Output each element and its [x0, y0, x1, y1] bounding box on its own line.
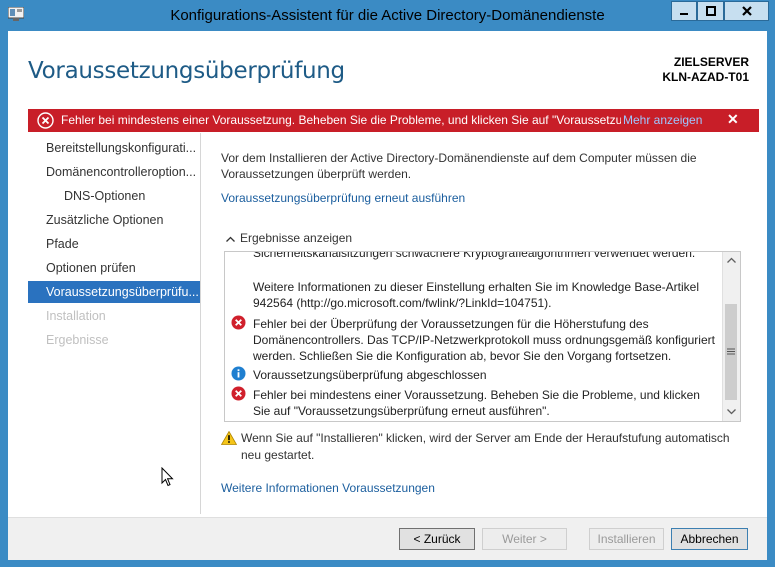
rerun-prerequisites-link[interactable]: Voraussetzungsüberprüfung erneut ausführ…	[221, 191, 465, 205]
nav-item-installation: Installation	[46, 309, 106, 323]
nav-item-additional-options[interactable]: Zusätzliche Optionen	[28, 209, 200, 231]
results-clipped-line: Sicherheitskanalsitzungen schwächere Kry…	[253, 251, 696, 260]
scroll-down-button[interactable]	[723, 404, 740, 420]
error-icon	[231, 386, 246, 401]
error-icon	[231, 315, 246, 330]
window-title: Konfigurations-Assistent für die Active …	[170, 7, 605, 24]
target-server-label: ZIELSERVER	[673, 55, 749, 69]
error-banner: Fehler bei mindestens einer Voraussetzun…	[28, 109, 759, 132]
nav-item-dc-options[interactable]: Domänencontrolleroption...	[28, 161, 200, 183]
results-error-tcpip: Fehler bei der Überprüfung der Vorausset…	[253, 317, 715, 363]
nav-item-prerequisites-check[interactable]: Voraussetzungsüberprüfu...	[28, 281, 200, 303]
more-info-prerequisites-link[interactable]: Weitere Informationen Voraussetzungen	[221, 481, 435, 495]
results-kb-info: Weitere Informationen zu dieser Einstell…	[253, 280, 700, 310]
chevron-down-icon	[727, 409, 736, 415]
nav-item-results: Ergebnisse	[46, 333, 109, 347]
results-scrollbar[interactable]	[722, 252, 740, 421]
results-list[interactable]: Sicherheitskanalsitzungen schwächere Kry…	[224, 251, 741, 422]
chevron-up-icon	[727, 257, 736, 263]
scroll-up-button[interactable]	[723, 252, 740, 268]
warning-icon	[221, 431, 237, 445]
install-button: Installieren	[589, 528, 664, 550]
results-toggle-label: Ergebnisse anzeigen	[240, 231, 353, 245]
show-more-link[interactable]: Mehr anzeigen	[623, 113, 702, 127]
nav-divider	[200, 133, 201, 514]
restart-warning-text: Wenn Sie auf "Installieren" klicken, wir…	[241, 431, 730, 462]
wizard-client-area: Voraussetzungsüberprüfung ZIELSERVER KLN…	[8, 31, 767, 560]
results-toggle[interactable]: Ergebnisse anzeigen	[226, 231, 352, 245]
next-button: Weiter >	[482, 528, 567, 550]
intro-text: Vor dem Installieren der Active Director…	[221, 151, 697, 181]
error-icon	[37, 112, 54, 129]
target-server-name: KLN-AZAD-T01	[662, 70, 749, 84]
info-icon	[231, 366, 246, 381]
nav-item-paths[interactable]: Pfade	[28, 233, 200, 255]
chevron-up-icon	[226, 231, 240, 245]
mouse-cursor-icon	[161, 467, 174, 487]
grip-icon	[727, 348, 735, 355]
page-title: Voraussetzungsüberprüfung	[28, 58, 345, 84]
button-bar: < Zurück Weiter > Installieren Abbrechen	[8, 517, 767, 560]
maximize-icon	[705, 6, 716, 16]
wizard-window: Konfigurations-Assistent für die Active …	[0, 0, 775, 567]
minimize-button[interactable]	[671, 1, 697, 21]
minimize-icon	[680, 13, 688, 15]
error-banner-close-button[interactable]: ✕	[727, 111, 739, 128]
maximize-button[interactable]	[697, 1, 724, 21]
title-bar: Konfigurations-Assistent für die Active …	[0, 0, 775, 31]
close-window-button[interactable]	[724, 1, 769, 21]
cancel-button[interactable]: Abbrechen	[671, 528, 748, 550]
results-error-summary: Fehler bei mindestens einer Voraussetzun…	[253, 388, 700, 418]
target-server-info: ZIELSERVER KLN-AZAD-T01	[662, 55, 749, 85]
nav-item-dns-options[interactable]: DNS-Optionen	[28, 185, 200, 207]
nav-item-review-options[interactable]: Optionen prüfen	[28, 257, 200, 279]
scroll-thumb[interactable]	[725, 304, 737, 400]
back-button[interactable]: < Zurück	[399, 528, 475, 550]
results-check-complete: Voraussetzungsüberprüfung abgeschlossen	[253, 368, 487, 382]
close-icon	[741, 6, 752, 16]
error-banner-message: Fehler bei mindestens einer Voraussetzun…	[61, 113, 621, 127]
nav-item-deployment-config[interactable]: Bereitstellungskonfigurati...	[28, 137, 200, 159]
